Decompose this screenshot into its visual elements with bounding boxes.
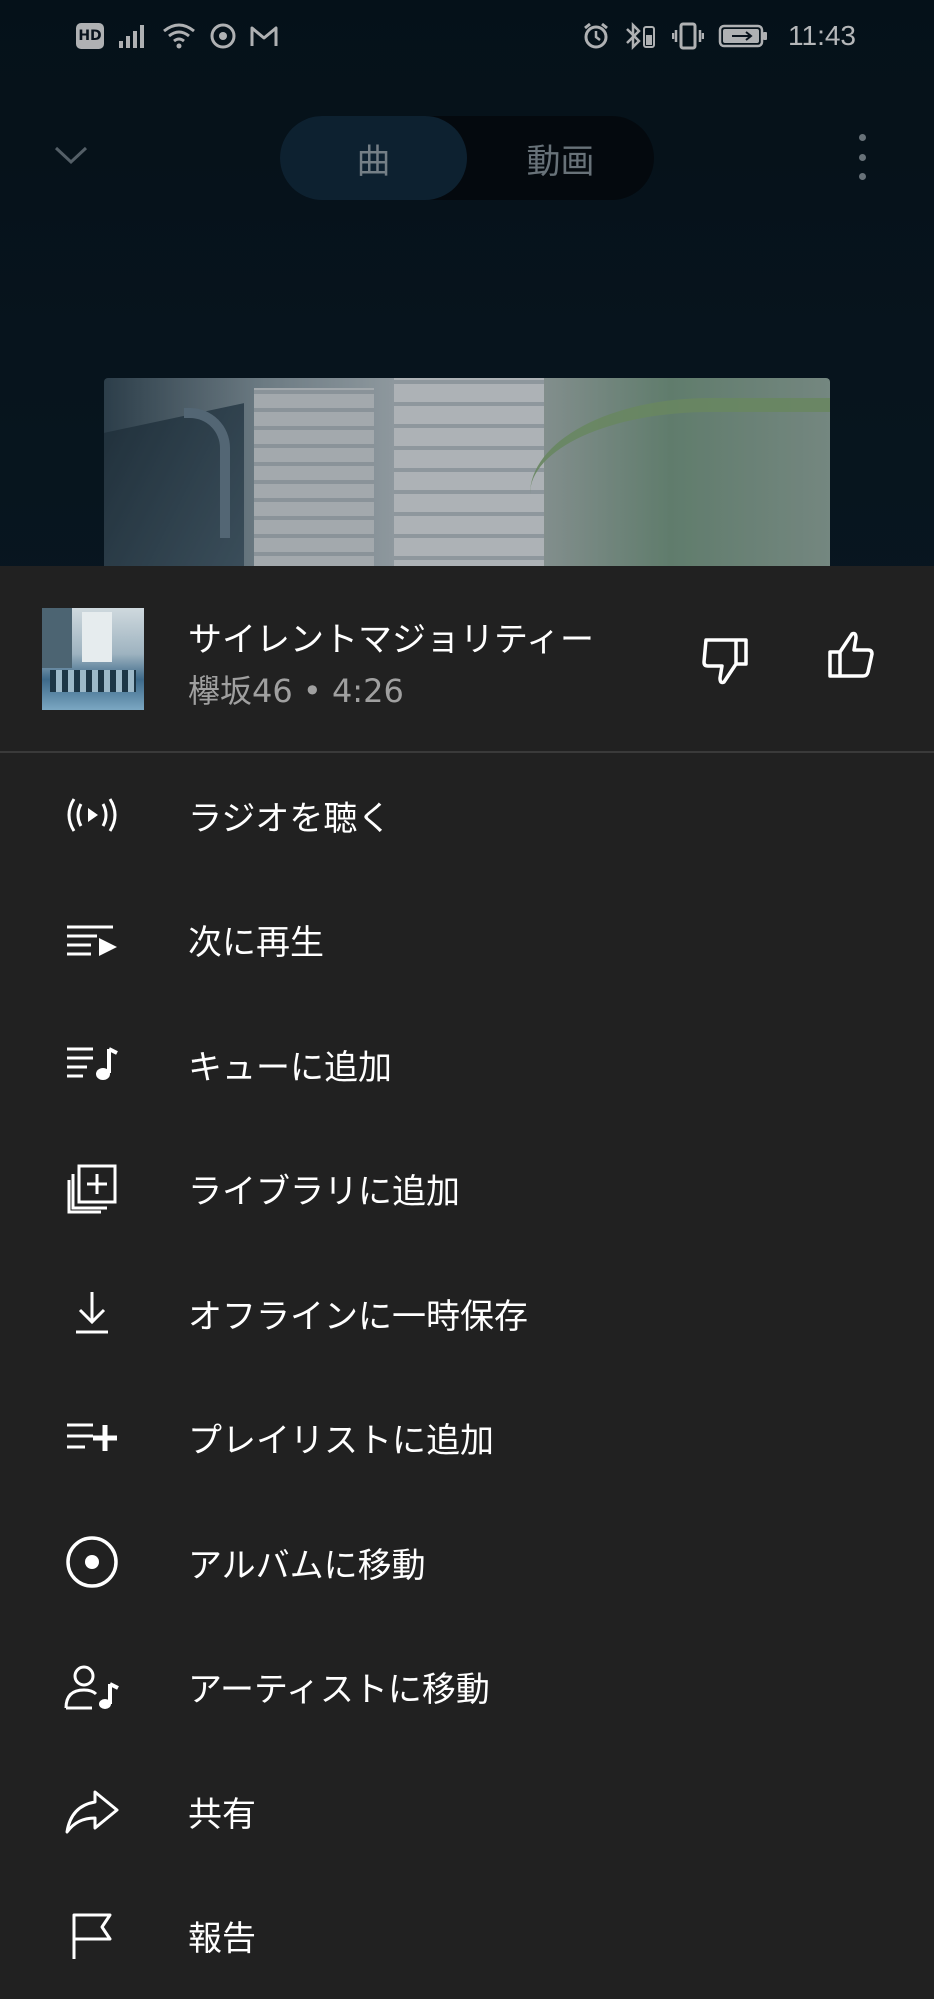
thumbs-down-icon — [698, 632, 754, 688]
menu-item-label: アーティストに移動 — [188, 1670, 490, 1711]
menu-item-label: 次に再生 — [188, 923, 324, 964]
menu-item-go-to-artist[interactable]: アーティストに移動 — [0, 1625, 934, 1750]
menu-item-label: キューに追加 — [188, 1047, 392, 1088]
menu-item-share[interactable]: 共有 — [0, 1749, 934, 1874]
menu-item-report[interactable]: 報告 — [0, 1874, 934, 1999]
song-header: サイレントマジョリティー 欅坂46 • 4:26 — [0, 566, 934, 753]
play-next-icon — [62, 910, 122, 970]
song-title: サイレントマジョリティー — [188, 620, 594, 660]
action-menu: ラジオを聴く 次に再生 キューに追加 ライブラリに追加 オフラインに一時保存 プ… — [0, 753, 934, 1998]
menu-item-label: アルバムに移動 — [188, 1545, 426, 1586]
flag-icon — [62, 1906, 122, 1966]
bottom-sheet-menu: サイレントマジョリティー 欅坂46 • 4:26 ラジオを聴く 次に再生 キュー… — [0, 566, 934, 1999]
scrim — [0, 0, 934, 566]
menu-item-add-to-library[interactable]: ライブラリに追加 — [0, 1127, 934, 1252]
menu-item-play-next[interactable]: 次に再生 — [0, 878, 934, 1003]
menu-item-download[interactable]: オフラインに一時保存 — [0, 1251, 934, 1376]
menu-item-label: ライブラリに追加 — [188, 1172, 460, 1213]
dislike-button[interactable] — [698, 632, 754, 688]
album-icon — [62, 1532, 122, 1592]
artist-icon — [62, 1657, 122, 1717]
menu-item-label: 共有 — [188, 1794, 256, 1835]
menu-item-radio[interactable]: ラジオを聴く — [0, 753, 934, 878]
library-add-icon — [62, 1159, 122, 1219]
like-button[interactable] — [822, 628, 878, 684]
menu-item-label: ラジオを聴く — [188, 798, 392, 839]
now-playing-screen: HD 11:43 曲 動画 サイレントマジョリティー 欅坂46 • 4:26 ラ… — [0, 0, 934, 1999]
radio-icon — [62, 785, 122, 845]
menu-item-label: 報告 — [188, 1919, 256, 1960]
add-to-queue-icon — [62, 1034, 122, 1094]
download-icon — [62, 1283, 122, 1343]
share-icon — [62, 1781, 122, 1841]
playlist-add-icon — [62, 1408, 122, 1468]
song-thumbnail — [42, 608, 144, 710]
menu-item-add-to-queue[interactable]: キューに追加 — [0, 1002, 934, 1127]
menu-item-add-to-playlist[interactable]: プレイリストに追加 — [0, 1376, 934, 1501]
thumbs-up-icon — [822, 628, 878, 684]
song-subtitle: 欅坂46 • 4:26 — [188, 672, 404, 710]
menu-item-label: プレイリストに追加 — [188, 1421, 494, 1462]
menu-item-go-to-album[interactable]: アルバムに移動 — [0, 1500, 934, 1625]
menu-item-label: オフラインに一時保存 — [188, 1296, 528, 1337]
